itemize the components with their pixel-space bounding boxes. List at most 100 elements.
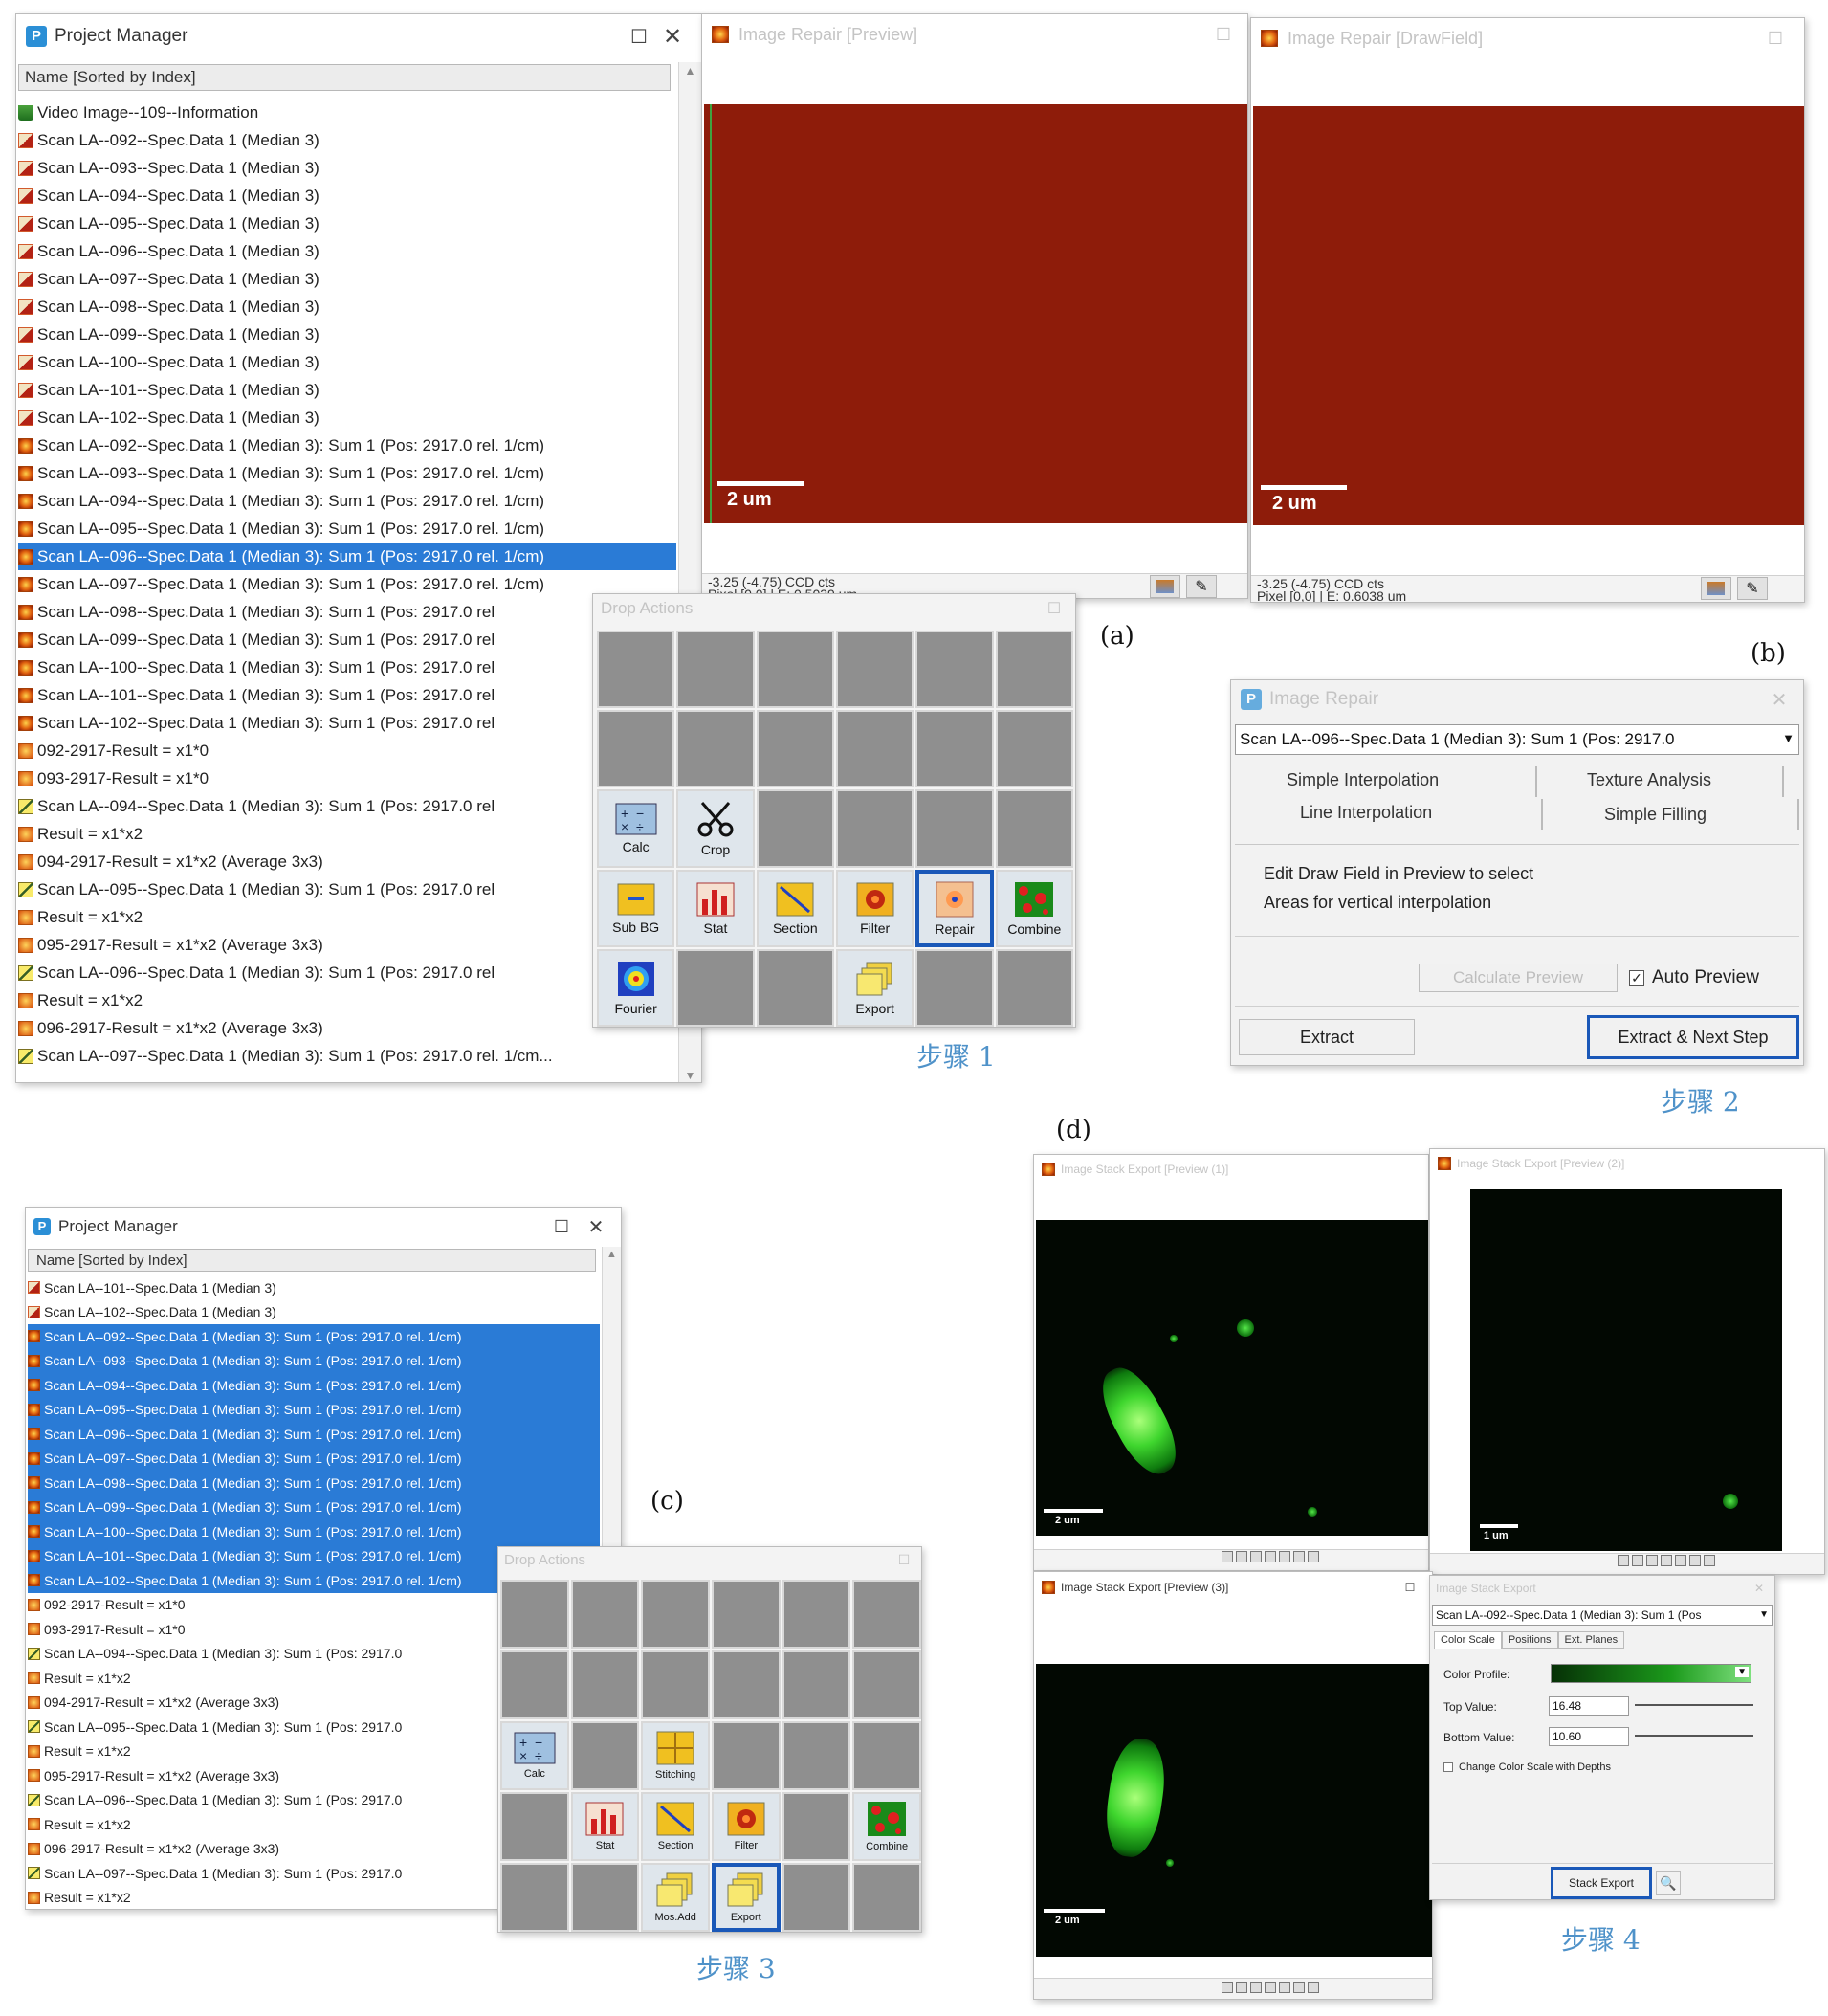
tree-item[interactable]: Scan LA--098--Spec.Data 1 (Median 3) [18, 293, 676, 321]
tree-item[interactable]: Scan LA--097--Spec.Data 1 (Median 3): Su… [28, 1446, 600, 1471]
action-export[interactable]: Export [711, 1863, 781, 1932]
color-scale-depth-checkbox[interactable]: Change Color Scale with Depths [1443, 1761, 1611, 1773]
action-sub-bg[interactable]: Sub BG [597, 869, 675, 947]
toolbar-icon[interactable] [1675, 1555, 1686, 1566]
tree-item[interactable]: Scan LA--102--Spec.Data 1 (Median 3): Su… [18, 709, 676, 737]
action-stat[interactable]: Stat [570, 1792, 640, 1861]
extract-button[interactable]: Extract [1239, 1019, 1415, 1055]
action-crop[interactable]: Crop [676, 789, 755, 868]
toolbar-icon[interactable] [1618, 1555, 1629, 1566]
tree-item[interactable]: Result = x1*x2 [18, 820, 676, 848]
tree-item[interactable]: Scan LA--097--Spec.Data 1 (Median 3): Su… [18, 570, 676, 598]
tree-item[interactable]: Scan LA--093--Spec.Data 1 (Median 3): Su… [28, 1348, 600, 1373]
tree-item[interactable]: Scan LA--099--Spec.Data 1 (Median 3): Su… [18, 626, 676, 654]
scroll-up-icon[interactable]: ▲ [603, 1249, 621, 1260]
toolbar-icon[interactable] [1222, 1551, 1233, 1562]
tree-item[interactable]: Scan LA--096--Spec.Data 1 (Median 3): Su… [18, 543, 676, 570]
close-icon[interactable]: ✕ [1765, 688, 1794, 712]
tree-item[interactable]: Scan LA--094--Spec.Data 1 (Median 3): Su… [18, 487, 676, 515]
top-value-slider[interactable] [1635, 1704, 1753, 1706]
tree-item[interactable]: Scan LA--095--Spec.Data 1 (Median 3): Su… [18, 515, 676, 543]
toolbar-icon[interactable] [1236, 1982, 1247, 1993]
tree-item[interactable]: 093-2917-Result = x1*0 [18, 764, 676, 792]
tab-ext-planes[interactable]: Ext. Planes [1557, 1631, 1625, 1649]
tab-simple-interpolation[interactable]: Simple Interpolation [1287, 770, 1439, 790]
action-repair[interactable]: Repair [915, 869, 994, 947]
zoom-button[interactable]: 🔍 [1656, 1871, 1681, 1895]
toolbar-icon[interactable] [1279, 1982, 1290, 1993]
toolbar-icon[interactable] [1704, 1555, 1715, 1566]
dataset-dropdown[interactable]: Scan LA--096--Spec.Data 1 (Median 3): Su… [1235, 724, 1799, 755]
column-header-name[interactable]: Name [Sorted by Index] [28, 1249, 596, 1272]
color-profile-dropdown[interactable]: ▼ [1551, 1664, 1751, 1683]
maximize-icon[interactable]: ☐ [1396, 1581, 1424, 1594]
action-combine[interactable]: Combine [995, 869, 1073, 947]
action-calc[interactable]: + − × ÷ Calc [597, 789, 675, 868]
tree-item[interactable]: Scan LA--093--Spec.Data 1 (Median 3) [18, 154, 676, 182]
tree-item[interactable]: 094-2917-Result = x1*x2 (Average 3x3) [18, 848, 676, 875]
action-combine[interactable]: Combine [852, 1792, 921, 1861]
maximize-icon[interactable]: ☐ [544, 1217, 579, 1237]
toolbar-icon[interactable] [1308, 1551, 1319, 1562]
top-value-input[interactable]: 16.48 [1549, 1696, 1629, 1716]
draw-tool-button[interactable]: ✎ [1186, 575, 1217, 598]
tree-item[interactable]: Scan LA--094--Spec.Data 1 (Median 3): Su… [28, 1373, 600, 1398]
tree-item[interactable]: Scan LA--100--Spec.Data 1 (Median 3): Su… [28, 1519, 600, 1544]
auto-preview-checkbox[interactable]: ✓ Auto Preview [1629, 967, 1759, 988]
toolbar-icon[interactable] [1236, 1551, 1247, 1562]
toolbar-icon[interactable] [1250, 1551, 1262, 1562]
tree-item[interactable]: Scan LA--093--Spec.Data 1 (Median 3): Su… [18, 459, 676, 487]
toolbar-icon[interactable] [1265, 1551, 1276, 1562]
toolbar-icon[interactable] [1661, 1555, 1672, 1566]
tab-line-interpolation[interactable]: Line Interpolation [1300, 803, 1432, 823]
tree-item[interactable]: Scan LA--099--Spec.Data 1 (Median 3) [18, 321, 676, 348]
tree-item[interactable]: Scan LA--100--Spec.Data 1 (Median 3): Su… [18, 654, 676, 681]
action-stat[interactable]: Stat [676, 869, 755, 947]
scroll-up-icon[interactable]: ▲ [679, 64, 701, 78]
tree-item[interactable]: Scan LA--102--Spec.Data 1 (Median 3) [28, 1300, 600, 1325]
toolbar-icon[interactable] [1308, 1982, 1319, 1993]
toolbar-icon[interactable] [1646, 1555, 1658, 1566]
checkbox-icon[interactable] [1443, 1762, 1453, 1772]
toolbar-icon[interactable] [1279, 1551, 1290, 1562]
bottom-value-input[interactable]: 10.60 [1549, 1727, 1629, 1746]
maximize-icon[interactable]: ☐ [1041, 599, 1068, 618]
tree-item[interactable]: Scan LA--096--Spec.Data 1 (Median 3): Su… [28, 1422, 600, 1447]
tree-item[interactable]: Scan LA--097--Spec.Data 1 (Median 3) [18, 265, 676, 293]
tree-item[interactable]: 095-2917-Result = x1*x2 (Average 3x3) [18, 931, 676, 959]
tree-item[interactable]: Scan LA--099--Spec.Data 1 (Median 3): Su… [28, 1495, 600, 1519]
action-filter[interactable]: Filter [711, 1792, 781, 1861]
toolbar-icon[interactable] [1222, 1982, 1233, 1993]
draw-tool-button[interactable]: ✎ [1737, 577, 1768, 600]
maximize-icon[interactable]: ☐ [892, 1552, 915, 1568]
tree-item[interactable]: Scan LA--094--Spec.Data 1 (Median 3) [18, 182, 676, 210]
tree-item[interactable]: Scan LA--096--Spec.Data 1 (Median 3) [18, 237, 676, 265]
tree-item[interactable]: Scan LA--092--Spec.Data 1 (Median 3) [18, 126, 676, 154]
tree-item[interactable]: Scan LA--101--Spec.Data 1 (Median 3): Su… [18, 681, 676, 709]
tree-item[interactable]: Scan LA--101--Spec.Data 1 (Median 3) [18, 376, 676, 404]
close-icon[interactable]: ✕ [653, 23, 692, 51]
tree-item[interactable]: Scan LA--098--Spec.Data 1 (Median 3): Su… [18, 598, 676, 626]
maximize-icon[interactable]: ☐ [1209, 25, 1238, 45]
tree-item[interactable]: Scan LA--095--Spec.Data 1 (Median 3): Su… [28, 1397, 600, 1422]
calculate-preview-button[interactable]: Calculate Preview [1419, 964, 1618, 992]
action-export[interactable]: Export [836, 948, 914, 1027]
tab-positions[interactable]: Positions [1501, 1631, 1558, 1649]
checkbox-icon[interactable]: ✓ [1629, 970, 1644, 986]
raman-heatmap-image[interactable] [704, 104, 1247, 523]
toolbar-icon[interactable] [1250, 1982, 1262, 1993]
action-filter[interactable]: Filter [836, 869, 914, 947]
tree-item[interactable]: 092-2917-Result = x1*0 [18, 737, 676, 764]
action-fourier[interactable]: Fourier [597, 948, 675, 1027]
action-calc[interactable]: + − × ÷ Calc [500, 1721, 569, 1790]
maximize-icon[interactable]: ☐ [1756, 29, 1795, 49]
tree-item[interactable]: Scan LA--098--Spec.Data 1 (Median 3): Su… [28, 1471, 600, 1495]
tree-item[interactable]: Scan LA--096--Spec.Data 1 (Median 3): Su… [18, 959, 676, 986]
extract-next-step-button[interactable]: Extract & Next Step [1587, 1015, 1799, 1059]
maximize-icon[interactable]: ☐ [625, 25, 653, 49]
tree-item[interactable]: Result = x1*x2 [18, 903, 676, 931]
toolbar-icon[interactable] [1632, 1555, 1643, 1566]
tree-item[interactable]: Scan LA--101--Spec.Data 1 (Median 3) [28, 1275, 600, 1300]
green-stack-image[interactable]: 2 um [1036, 1220, 1428, 1536]
green-stack-image[interactable]: 1 um [1470, 1189, 1782, 1551]
